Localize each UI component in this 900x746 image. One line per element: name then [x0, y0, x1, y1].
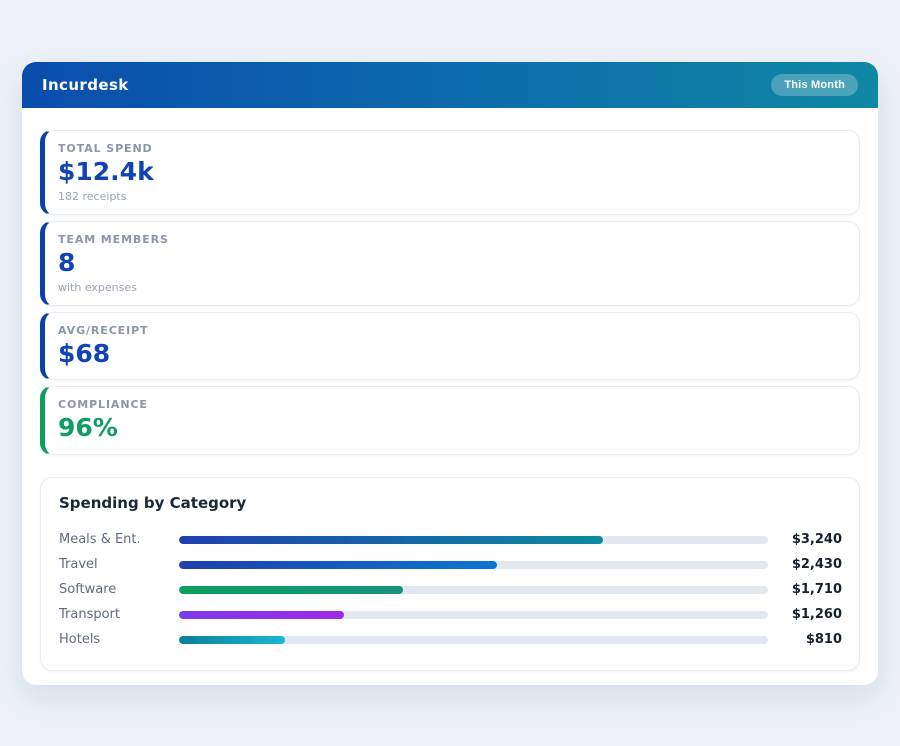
- period-badge[interactable]: This Month: [771, 74, 858, 96]
- bar-track: [179, 636, 768, 644]
- app-header: Incurdesk This Month: [22, 62, 878, 108]
- bar-fill: [179, 561, 497, 569]
- chart-row: Transport $1,260: [59, 602, 842, 627]
- category-label: Meals & Ent.: [59, 532, 179, 547]
- stat-subtitle: 182 receipts: [58, 190, 843, 203]
- bar-fill: [179, 636, 285, 644]
- bar-fill: [179, 586, 403, 594]
- bar-fill: [179, 611, 344, 619]
- dashboard-panel: Incurdesk This Month TOTAL SPEND $12.4k …: [22, 62, 878, 685]
- value-label: $1,260: [768, 607, 842, 622]
- chart-row: Hotels $810: [59, 627, 842, 652]
- stat-label: TEAM MEMBERS: [58, 233, 843, 246]
- stat-subtitle: with expenses: [58, 281, 843, 294]
- bar-track: [179, 586, 768, 594]
- category-label: Hotels: [59, 632, 179, 647]
- stats-list: TOTAL SPEND $12.4k 182 receipts TEAM MEM…: [40, 130, 860, 455]
- category-label: Travel: [59, 557, 179, 572]
- app-title: Incurdesk: [42, 76, 129, 94]
- stat-value: 8: [58, 249, 843, 278]
- stat-card-total-spend: TOTAL SPEND $12.4k 182 receipts: [40, 130, 860, 215]
- chart-row: Travel $2,430: [59, 552, 842, 577]
- content-area: TOTAL SPEND $12.4k 182 receipts TEAM MEM…: [22, 108, 878, 685]
- stat-value: 96%: [58, 414, 843, 443]
- value-label: $810: [768, 632, 842, 647]
- bar-track: [179, 561, 768, 569]
- value-label: $2,430: [768, 557, 842, 572]
- category-label: Software: [59, 582, 179, 597]
- chart-title: Spending by Category: [59, 494, 842, 512]
- stat-card-compliance: COMPLIANCE 96%: [40, 386, 860, 455]
- bar-track: [179, 611, 768, 619]
- stat-value: $12.4k: [58, 158, 843, 187]
- category-label: Transport: [59, 607, 179, 622]
- stat-label: COMPLIANCE: [58, 398, 843, 411]
- value-label: $1,710: [768, 582, 842, 597]
- stat-card-team-members: TEAM MEMBERS 8 with expenses: [40, 221, 860, 306]
- chart-row: Software $1,710: [59, 577, 842, 602]
- spending-chart-card: Spending by Category Meals & Ent. $3,240…: [40, 477, 860, 671]
- chart-row: Meals & Ent. $3,240: [59, 527, 842, 552]
- bar-track: [179, 536, 768, 544]
- stat-card-avg-receipt: AVG/RECEIPT $68: [40, 312, 860, 381]
- bar-fill: [179, 536, 603, 544]
- value-label: $3,240: [768, 532, 842, 547]
- stat-value: $68: [58, 340, 843, 369]
- stat-label: TOTAL SPEND: [58, 142, 843, 155]
- stat-label: AVG/RECEIPT: [58, 324, 843, 337]
